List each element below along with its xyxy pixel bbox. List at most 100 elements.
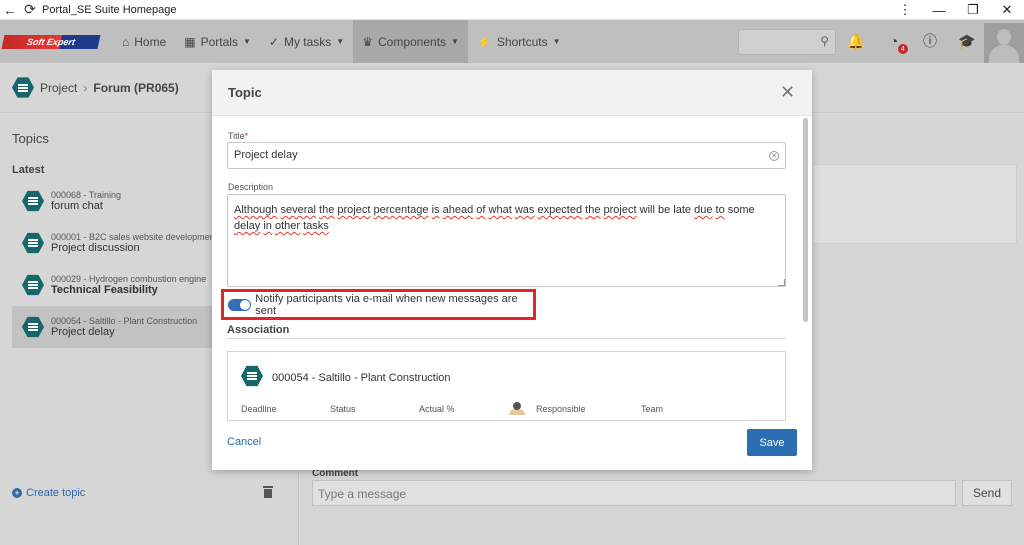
comment-input[interactable]: Type a message: [312, 480, 956, 506]
description-word: project: [603, 204, 637, 216]
avatar[interactable]: [984, 23, 1024, 63]
close-window-icon[interactable]: ✕: [990, 0, 1024, 20]
search-input[interactable]: ⚲: [738, 29, 836, 55]
notification-badge: 4: [898, 44, 908, 54]
window-controls: ⋮ — ❐ ✕: [888, 0, 1024, 20]
breadcrumb-project[interactable]: Project: [40, 81, 77, 95]
modal-footer: Cancel Save: [212, 414, 812, 470]
project-icon: [241, 365, 263, 387]
description-word: in: [263, 220, 272, 232]
topic-name: Project discussion: [51, 242, 140, 254]
clear-icon[interactable]: ✕: [769, 151, 779, 161]
nav-components-label: Components: [377, 34, 447, 49]
association-item[interactable]: 000054 - Saltillo - Plant Construction: [272, 372, 451, 384]
trophy-icon: ♛: [362, 34, 373, 49]
resize-handle-icon[interactable]: [778, 279, 785, 286]
description-word: is: [431, 204, 440, 216]
plus-icon: +: [12, 488, 22, 498]
notify-highlight: Notify participants via e-mail when new …: [221, 289, 536, 320]
kebab-menu-icon[interactable]: ⋮: [888, 0, 922, 20]
trash-icon[interactable]: [263, 486, 273, 498]
topic-code: 000054 - Saltillo - Plant Construction: [51, 316, 198, 326]
project-icon: [22, 190, 44, 212]
chevron-down-icon: ▼: [552, 37, 561, 46]
description-word: other: [274, 220, 301, 232]
restore-icon[interactable]: ❐: [956, 0, 990, 20]
avatar-head: [997, 29, 1011, 45]
topics-title: Topics: [12, 131, 49, 146]
back-arrow-icon[interactable]: ←: [0, 0, 20, 20]
description-word: what: [488, 204, 512, 216]
responsible-avatar-icon: [507, 400, 527, 415]
modal-scrollbar[interactable]: [803, 118, 808, 322]
trash-bin: [264, 489, 272, 498]
browser-titlebar: ← ⟳ Portal_SE Suite Homepage ⋮ — ❐ ✕: [0, 0, 1024, 20]
modal-title: Topic: [228, 85, 262, 100]
project-icon: [22, 274, 44, 296]
save-button[interactable]: Save: [747, 429, 797, 456]
col-team: Team: [641, 404, 664, 414]
minimize-icon[interactable]: —: [922, 0, 956, 20]
nav-portals[interactable]: ▦ Portals ▼: [175, 20, 260, 63]
gauge-icon[interactable]: ◔ 4: [884, 31, 908, 54]
description-word: late: [673, 204, 692, 216]
search-icon: ⚲: [820, 34, 829, 48]
description-word: be: [657, 204, 671, 216]
chevron-down-icon: ▼: [451, 37, 459, 46]
notify-label: Notify participants via e-mail when new …: [255, 292, 518, 317]
chevron-down-icon: ▼: [242, 37, 251, 46]
association-title: Association: [227, 324, 290, 336]
description-word: of: [476, 204, 486, 216]
description-word: delay: [234, 220, 261, 232]
topic-code: 000029 - Hydrogen combustion engine: [51, 274, 207, 284]
project-icon: [12, 77, 34, 98]
description-word: the: [319, 204, 335, 216]
app-navbar: Soft Expert ⌂ Home ▦ Portals ▼ ✓ My task…: [0, 20, 1024, 63]
browser-title: Portal_SE Suite Homepage: [42, 3, 177, 16]
check-icon: ✓: [268, 34, 279, 49]
description-word: to: [715, 204, 725, 216]
association-card: 000054 - Saltillo - Plant Construction D…: [227, 351, 786, 421]
description-textarea[interactable]: Although several the project percentage …: [227, 194, 786, 287]
col-deadline: Deadline: [241, 404, 277, 414]
send-button[interactable]: Send: [962, 480, 1012, 506]
softexpert-logo[interactable]: Soft Expert: [1, 34, 101, 49]
description-word: some: [727, 204, 755, 216]
required-marker: *: [244, 131, 249, 141]
close-icon[interactable]: ✕: [780, 83, 795, 101]
description-word: the: [585, 204, 601, 216]
col-status: Status: [330, 404, 356, 414]
nav-my-tasks[interactable]: ✓ My tasks ▼: [260, 20, 353, 63]
association-divider: [227, 338, 786, 339]
nav-components[interactable]: ♛ Components ▼: [353, 20, 468, 63]
description-word: due: [694, 204, 713, 216]
cancel-button[interactable]: Cancel: [227, 436, 261, 448]
bell-icon[interactable]: 🔔: [846, 31, 866, 51]
home-icon: ⌂: [122, 34, 130, 49]
description-word: percentage: [373, 204, 429, 216]
title-label-text: Title: [228, 131, 245, 141]
help-icon[interactable]: ⓘ: [920, 31, 940, 51]
create-topic-button[interactable]: + Create topic: [12, 487, 85, 499]
nav-shortcuts[interactable]: ⚡ Shortcuts ▼: [468, 20, 570, 63]
refresh-icon[interactable]: ⟳: [20, 0, 40, 20]
topic-name: Technical Feasibility: [51, 284, 158, 296]
description-word: Although: [234, 204, 278, 216]
nav-shortcuts-label: Shortcuts: [496, 34, 548, 49]
description-label: Description: [228, 182, 274, 192]
bolt-icon: ⚡: [476, 34, 492, 49]
project-icon: [22, 232, 44, 254]
nav-home[interactable]: ⌂ Home: [113, 20, 175, 63]
trash-lid: [263, 486, 273, 488]
create-topic-label: Create topic: [26, 487, 86, 499]
topic-code: 000001 - B2C sales website developmen: [51, 232, 215, 242]
modal-header: Topic ✕: [212, 70, 812, 116]
topic-name: Project delay: [51, 326, 115, 338]
col-responsible: Responsible: [536, 404, 586, 414]
title-input[interactable]: Project delay: [227, 142, 786, 169]
notify-toggle[interactable]: [228, 298, 252, 311]
topic-code: 000068 - Training: [51, 190, 122, 200]
graduation-cap-icon[interactable]: 🎓: [957, 31, 977, 51]
description-word: tasks: [303, 220, 329, 232]
description-word: will: [639, 204, 655, 216]
